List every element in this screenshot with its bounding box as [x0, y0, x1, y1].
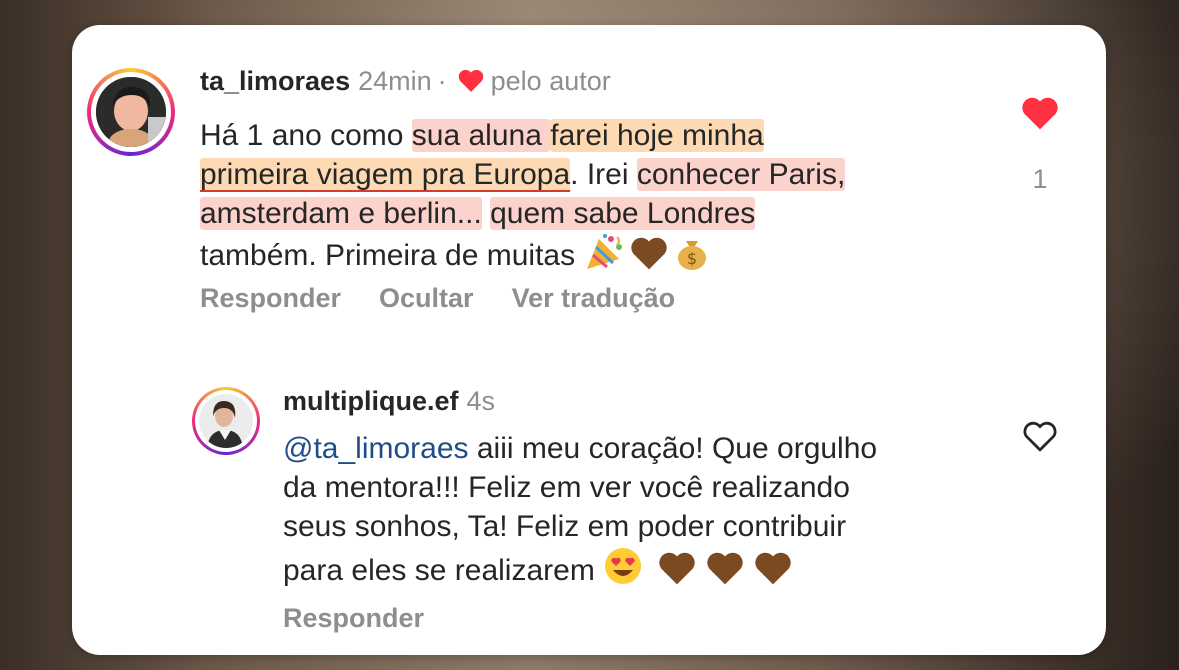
highlighted-text: quem sabe Londres: [490, 197, 756, 230]
comment-actions: Responder Ocultar Ver tradução: [200, 283, 713, 314]
see-translation-button[interactable]: Ver tradução: [512, 283, 676, 313]
like-heart-icon[interactable]: [1014, 95, 1066, 136]
reply-like-column: [1018, 419, 1062, 458]
hide-button[interactable]: Ocultar: [379, 283, 474, 313]
reply-text-line: da mentora!!! Feliz em ver você realizan…: [283, 471, 850, 504]
comment-text-segment: [482, 197, 490, 230]
brown-heart-icon: [705, 550, 745, 596]
reply-text-line: seus sonhos, Ta! Feliz em poder contribu…: [283, 510, 847, 543]
money-bag-icon: $: [675, 233, 709, 281]
reply-button[interactable]: Responder: [283, 603, 424, 633]
svg-text:$: $: [687, 249, 697, 268]
highlighted-underlined-text: primeira viagem pra Europa: [200, 158, 571, 191]
comment-time: 24min: [358, 66, 432, 96]
liked-by-author-heart-icon: [457, 68, 485, 100]
heart-eyes-icon: [603, 546, 643, 596]
reply-actions: Responder: [283, 603, 462, 634]
party-popper-icon: [583, 233, 625, 281]
reply-button[interactable]: Responder: [200, 283, 341, 313]
comment-text: Há 1 ano como sua aluna farei hoje minha…: [200, 116, 846, 281]
commenter-username[interactable]: ta_limoraes: [200, 66, 350, 96]
meta-separator: ·: [437, 66, 447, 96]
like-count: 1: [1032, 164, 1048, 194]
reply-text-segment: aiii meu coração! Que orgulho: [468, 432, 878, 465]
highlighted-text: farei hoje minha: [550, 119, 764, 152]
comment-like-column: 1: [1014, 95, 1066, 195]
comment-text-segment: . Irei: [570, 158, 637, 191]
commenter-avatar: [96, 77, 166, 147]
comment-text-segment: Há 1 ano como: [200, 119, 412, 152]
replier-username[interactable]: multiplique.ef: [283, 386, 459, 416]
reply-time: 4s: [466, 386, 496, 416]
reply-meta: multiplique.ef 4s: [283, 386, 495, 417]
replier-avatar-ring[interactable]: [192, 387, 260, 455]
comment-meta: ta_limoraes 24min · pelo autor: [200, 66, 611, 100]
liked-by-author-label: pelo autor: [490, 66, 611, 96]
brown-heart-icon: [753, 550, 793, 596]
highlighted-text: conhecer Paris,: [636, 158, 846, 191]
reply-text-segment: para eles se realizarem: [283, 554, 604, 587]
replier-avatar: [199, 394, 253, 448]
highlighted-text: amsterdam e berlin...: [200, 197, 482, 230]
commenter-avatar-ring[interactable]: [87, 68, 175, 156]
brown-heart-icon: [629, 235, 669, 281]
comments-card: ta_limoraes 24min · pelo autor Há 1 ano com…: [72, 25, 1106, 655]
brown-heart-icon: [657, 550, 697, 596]
like-heart-outline-icon[interactable]: [1018, 419, 1062, 458]
comment-text-segment: também. Primeira de muitas: [200, 239, 584, 272]
reply-text: @ta_limoraes aiii meu coração! Que orgul…: [283, 429, 877, 596]
mention-link[interactable]: @ta_limoraes: [283, 432, 469, 465]
highlighted-text: sua aluna: [411, 119, 551, 152]
